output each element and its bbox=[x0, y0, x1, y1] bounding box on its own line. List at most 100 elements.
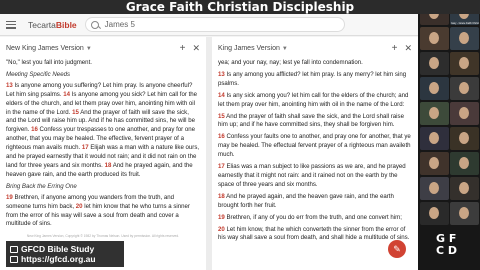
participant-tile[interactable] bbox=[450, 102, 479, 125]
participant-tile[interactable] bbox=[420, 27, 449, 50]
verse: 16 Confess your faults one to another, a… bbox=[218, 133, 412, 160]
participant-video bbox=[429, 57, 439, 69]
participant-tile[interactable] bbox=[450, 77, 479, 100]
verse-text[interactable]: Elias was a man subject to like passions… bbox=[218, 163, 406, 188]
section-heading: Bring Back the Erring One bbox=[6, 182, 77, 190]
verse: 18 And he prayed again, and the heaven g… bbox=[218, 193, 412, 211]
verse-number[interactable]: 17 bbox=[82, 144, 89, 151]
verse-text[interactable]: Confess your faults one to another, and … bbox=[218, 133, 411, 158]
verse: 15 And the prayer of faith shall save th… bbox=[218, 113, 412, 131]
hamburger-menu-icon[interactable] bbox=[6, 20, 16, 29]
participant-tile[interactable] bbox=[420, 152, 449, 175]
app-brand: TecartaBible bbox=[28, 20, 77, 30]
verse-text[interactable]: Is any sick among you? let him call for … bbox=[218, 92, 408, 108]
verse-number[interactable]: 16 bbox=[31, 126, 38, 133]
participant-video bbox=[429, 82, 439, 94]
right-version-selector[interactable]: King James Version ▼ bbox=[218, 45, 392, 52]
right-pane-kjv: King James Version ▼ + ✕ yea; and your na… bbox=[212, 37, 418, 270]
prefix-line: "No," lest you fall into judgment. bbox=[6, 59, 92, 66]
right-pane-header: King James Version ▼ + ✕ bbox=[212, 37, 418, 59]
logo-line-2: C D bbox=[436, 244, 458, 257]
prefix-line: yea; and your nay, nay; lest ye fall int… bbox=[218, 59, 363, 66]
verse-number[interactable]: 16 bbox=[218, 133, 225, 140]
verse-number[interactable]: 15 bbox=[218, 113, 225, 120]
participant-video bbox=[429, 157, 439, 169]
verse-number[interactable]: 19 bbox=[6, 194, 13, 201]
search-icon bbox=[90, 20, 99, 29]
participant-tile[interactable] bbox=[420, 202, 449, 225]
verse-text[interactable]: And the prayer of faith shall save the s… bbox=[218, 113, 404, 129]
participant-video bbox=[459, 132, 469, 144]
add-pane-icon[interactable]: + bbox=[392, 43, 398, 54]
participant-tile[interactable] bbox=[420, 127, 449, 150]
verse-number[interactable]: 14 bbox=[218, 92, 225, 99]
left-version-selector[interactable]: New King James Version ▼ bbox=[6, 45, 180, 52]
verse-text[interactable]: And he prayed again, and the heaven gave… bbox=[218, 193, 394, 209]
participant-video bbox=[459, 107, 469, 119]
chevron-down-icon: ▼ bbox=[281, 45, 288, 52]
overlay-url: https://gfcd.org.au bbox=[21, 254, 96, 264]
verse-number[interactable]: 18 bbox=[218, 193, 225, 200]
pencil-icon: ✎ bbox=[393, 244, 401, 254]
brand-suffix: Bible bbox=[55, 19, 77, 30]
participant-tile[interactable] bbox=[420, 102, 449, 125]
globe-icon bbox=[10, 256, 18, 263]
participant-video bbox=[429, 132, 439, 144]
overlay-title: GFCD Bible Study bbox=[21, 244, 95, 254]
participant-tile[interactable] bbox=[450, 202, 479, 225]
stream-banner-title: Grace Faith Christian Discipleship bbox=[0, 0, 480, 14]
participant-tile[interactable] bbox=[420, 77, 449, 100]
close-pane-icon[interactable]: ✕ bbox=[404, 43, 412, 54]
verse: 17 Elias was a man subject to like passi… bbox=[218, 163, 412, 190]
top-bar: TecartaBible James 5 bbox=[0, 14, 418, 36]
participant-tile[interactable] bbox=[420, 52, 449, 75]
left-pane-text: "No," lest you fall into judgment. Meeti… bbox=[0, 59, 206, 241]
participant-video bbox=[429, 182, 439, 194]
verse-text[interactable]: Is any among you afflicted? let him pray… bbox=[218, 71, 406, 87]
verse-block: 13 Is anyone among you suffering? Let hi… bbox=[6, 82, 200, 180]
gfcd-logo: G F C D bbox=[436, 233, 480, 267]
video-participant-gallery: Gary - Grace Faith Christian Discipleshi… bbox=[418, 0, 480, 270]
edit-fab-button[interactable]: ✎ bbox=[388, 240, 406, 258]
participant-video bbox=[459, 157, 469, 169]
participant-video bbox=[459, 32, 469, 44]
section-heading: Meeting Specific Needs bbox=[6, 70, 71, 78]
close-pane-icon[interactable]: ✕ bbox=[192, 43, 200, 54]
participant-tile[interactable] bbox=[420, 177, 449, 200]
participant-tile[interactable] bbox=[450, 52, 479, 75]
chevron-down-icon: ▼ bbox=[85, 45, 92, 52]
participant-video bbox=[429, 107, 439, 119]
verse-number[interactable]: 20 bbox=[76, 203, 83, 210]
participant-tile[interactable] bbox=[450, 177, 479, 200]
verse-number[interactable]: 13 bbox=[218, 71, 225, 78]
verse-text[interactable]: Brethren, if any of you do err from the … bbox=[225, 214, 401, 221]
verse: 14 Is any sick among you? let him call f… bbox=[218, 92, 412, 110]
verse-number[interactable]: 13 bbox=[6, 82, 13, 89]
participant-video bbox=[459, 57, 469, 69]
verse: 20 Let him know, that he which convertet… bbox=[218, 226, 412, 244]
participant-video bbox=[429, 32, 439, 44]
verse-number[interactable]: 20 bbox=[218, 226, 225, 233]
search-input[interactable]: James 5 bbox=[84, 17, 345, 32]
add-pane-icon[interactable]: + bbox=[180, 43, 186, 54]
verse: 19 Brethren, if any of you do err from t… bbox=[218, 214, 412, 223]
copyright-notice: New King James Version, Copyright © 1982… bbox=[26, 234, 180, 239]
verse-number[interactable]: 17 bbox=[218, 163, 225, 170]
verse-number[interactable]: 15 bbox=[72, 109, 79, 116]
monitor-icon bbox=[10, 246, 18, 253]
left-pane-header: New King James Version ▼ + ✕ bbox=[0, 37, 206, 59]
verse-number[interactable]: 14 bbox=[63, 91, 70, 98]
participant-video bbox=[459, 82, 469, 94]
right-pane-text: yea; and your nay, nay; lest ye fall int… bbox=[212, 59, 418, 243]
participant-tile[interactable] bbox=[450, 127, 479, 150]
participant-tile[interactable] bbox=[450, 152, 479, 175]
verse-text[interactable]: Let him know, that he which converteth t… bbox=[218, 226, 409, 242]
search-value: James 5 bbox=[104, 20, 135, 29]
participant-tile[interactable] bbox=[450, 27, 479, 50]
verse-number[interactable]: 19 bbox=[218, 214, 225, 221]
participant-video bbox=[429, 207, 439, 219]
participant-video bbox=[459, 207, 469, 219]
bible-app-window: TecartaBible James 5 New King James Vers… bbox=[0, 0, 418, 270]
stream-info-overlay: GFCD Bible Study https://gfcd.org.au bbox=[6, 241, 124, 267]
brand-prefix: Tecarta bbox=[28, 19, 56, 30]
